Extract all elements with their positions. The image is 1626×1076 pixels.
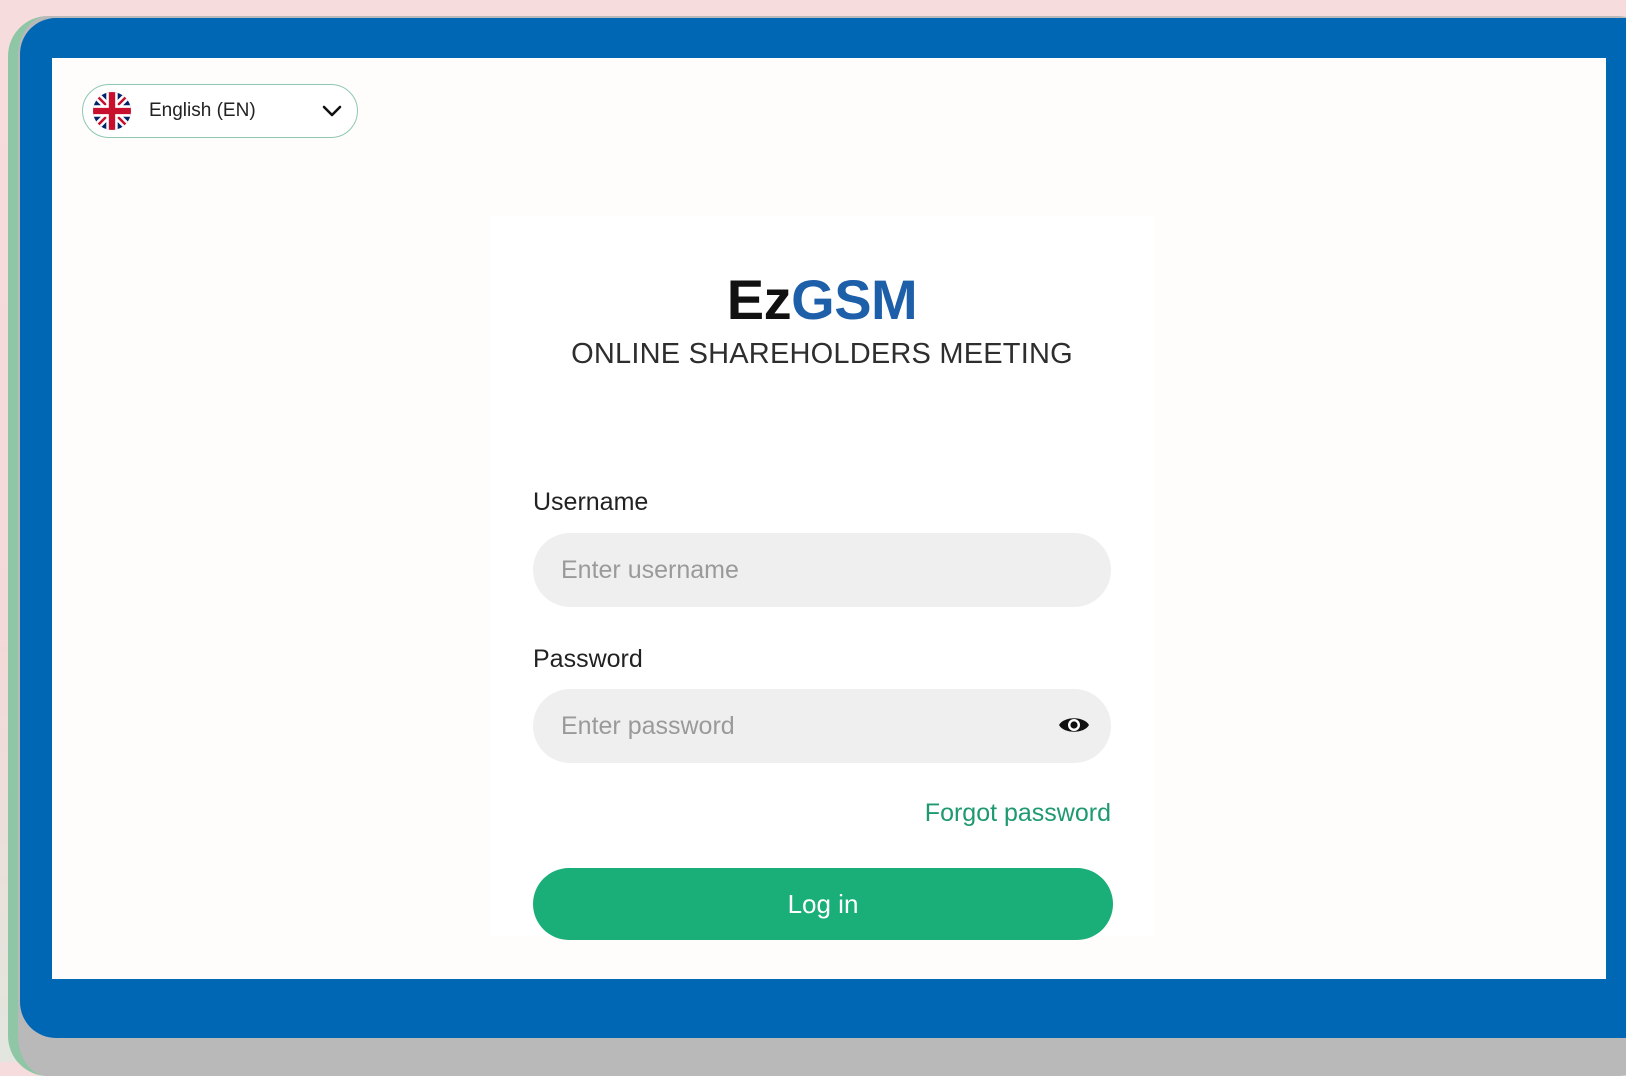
login-button[interactable]: Log in [533, 868, 1113, 940]
brand-logo-part2: GSM [791, 268, 918, 331]
login-card: EzGSM ONLINE SHAREHOLDERS MEETING Userna… [490, 216, 1154, 940]
forgot-password-link[interactable]: Forgot password [925, 799, 1111, 828]
language-label: English (EN) [149, 100, 256, 121]
page-subtitle: ONLINE SHAREHOLDERS MEETING [571, 338, 1073, 370]
eye-icon[interactable] [1058, 714, 1090, 736]
password-label: Password [533, 645, 643, 673]
login-screen: English (EN) EzGSM ONLINE SHAREHOLDERS M… [52, 58, 1606, 979]
username-input[interactable] [533, 533, 1111, 607]
username-label: Username [533, 488, 649, 516]
language-selector[interactable]: English (EN) [82, 84, 358, 138]
password-input[interactable] [533, 689, 1111, 763]
uk-flag-icon [93, 92, 131, 130]
chevron-down-icon [321, 100, 343, 122]
brand-logo-part1: Ez [726, 268, 792, 331]
brand-logo: EzGSM [490, 268, 1154, 332]
